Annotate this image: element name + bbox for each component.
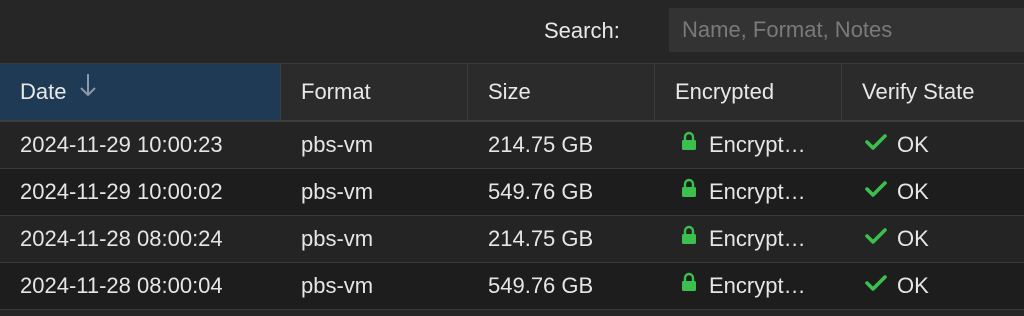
cell-verify-state: OK xyxy=(865,122,1015,168)
arrow-down-icon xyxy=(79,63,97,119)
lock-icon xyxy=(681,216,697,261)
column-header-format[interactable]: Format xyxy=(281,64,468,120)
cell-verify-state: OK xyxy=(865,216,1015,262)
column-header-label: Verify State xyxy=(862,79,975,104)
table-row[interactable]: 2024-11-29 10:00:02 pbs-vm 549.76 GB Enc… xyxy=(0,169,1024,216)
cell-date: 2024-11-29 10:00:02 xyxy=(20,179,223,204)
table-row[interactable]: 2024-11-28 08:00:24 pbs-vm 214.75 GB Enc… xyxy=(0,216,1024,263)
column-header-date[interactable]: Date xyxy=(0,64,281,120)
cell-encrypted: Encrypt… xyxy=(681,263,831,309)
encrypted-label: Encrypt… xyxy=(709,179,806,204)
lock-icon xyxy=(681,122,697,167)
cell-verify-state: OK xyxy=(865,263,1015,309)
search-input[interactable] xyxy=(669,8,1024,52)
column-header-label: Format xyxy=(301,79,371,104)
lock-icon xyxy=(681,263,697,308)
checkmark-icon xyxy=(865,216,887,261)
cell-size: 214.75 GB xyxy=(488,132,594,157)
cell-format: pbs-vm xyxy=(301,273,374,298)
cell-date: 2024-11-29 10:00:23 xyxy=(20,132,223,157)
cell-encrypted: Encrypt… xyxy=(681,122,831,168)
cell-encrypted: Encrypt… xyxy=(681,169,831,215)
verify-label: OK xyxy=(897,132,929,157)
cell-verify-state: OK xyxy=(865,169,1015,215)
toolbar: Search: xyxy=(0,0,1024,64)
verify-label: OK xyxy=(897,179,929,204)
cell-size: 549.76 GB xyxy=(488,273,594,298)
encrypted-label: Encrypt… xyxy=(709,132,806,157)
column-header-label: Date xyxy=(20,79,67,104)
cell-encrypted: Encrypt… xyxy=(681,216,831,262)
cell-date: 2024-11-28 08:00:04 xyxy=(20,273,223,298)
column-header-label: Size xyxy=(488,79,531,104)
cell-format: pbs-vm xyxy=(301,132,374,157)
column-header-label: Encrypted xyxy=(675,79,775,104)
column-header-size[interactable]: Size xyxy=(468,64,655,120)
cell-format: pbs-vm xyxy=(301,226,374,251)
verify-label: OK xyxy=(897,226,929,251)
checkmark-icon xyxy=(865,263,887,308)
encrypted-label: Encrypt… xyxy=(709,226,806,251)
column-header-encrypted[interactable]: Encrypted xyxy=(655,64,842,120)
cell-format: pbs-vm xyxy=(301,179,374,204)
verify-label: OK xyxy=(897,273,929,298)
grid-header: Date Format Size Encrypted Verify State xyxy=(0,64,1024,122)
encrypted-label: Encrypt… xyxy=(709,273,806,298)
checkmark-icon xyxy=(865,122,887,167)
cell-size: 214.75 GB xyxy=(488,226,594,251)
lock-icon xyxy=(681,169,697,214)
checkmark-icon xyxy=(865,169,887,214)
backup-grid: Date Format Size Encrypted Verify State … xyxy=(0,64,1024,310)
search-label: Search: xyxy=(544,18,620,43)
column-header-verify-state[interactable]: Verify State xyxy=(842,64,1024,120)
cell-date: 2024-11-28 08:00:24 xyxy=(20,226,223,251)
cell-size: 549.76 GB xyxy=(488,179,594,204)
table-row[interactable]: 2024-11-29 10:00:23 pbs-vm 214.75 GB Enc… xyxy=(0,122,1024,169)
table-row[interactable]: 2024-11-28 08:00:04 pbs-vm 549.76 GB Enc… xyxy=(0,263,1024,310)
